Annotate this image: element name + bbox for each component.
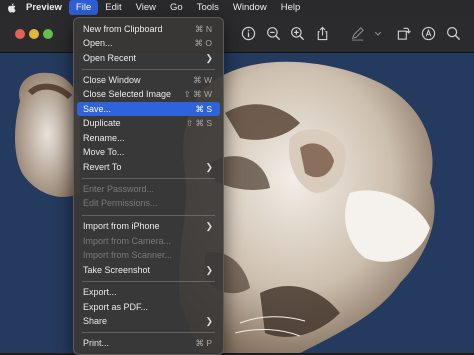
menu-item-revert-to[interactable]: Revert To ❯ bbox=[77, 160, 220, 174]
menu-item-label: Export... bbox=[83, 287, 117, 297]
menu-item-label: Take Screenshot bbox=[83, 265, 151, 275]
menu-item-label: Close Window bbox=[83, 75, 141, 85]
menubar-view[interactable]: View bbox=[129, 0, 163, 15]
menu-item-label: New from Clipboard bbox=[83, 24, 163, 34]
menu-item-open[interactable]: Open... ⌘ O bbox=[77, 36, 220, 50]
menubar-file[interactable]: File bbox=[68, 0, 99, 15]
menu-item-label: Import from iPhone bbox=[83, 221, 160, 231]
menu-item-label: Rename... bbox=[83, 133, 125, 143]
menu-separator bbox=[82, 215, 215, 216]
menu-item-duplicate[interactable]: Duplicate ⇧ ⌘ S bbox=[77, 116, 220, 130]
document-canvas[interactable] bbox=[0, 53, 474, 353]
menu-item-label: Enter Password... bbox=[83, 184, 155, 194]
menu-item-share[interactable]: Share ❯ bbox=[77, 314, 220, 328]
menu-item-label: Print... bbox=[83, 338, 110, 348]
menu-item-print[interactable]: Print... ⌘ P bbox=[77, 336, 220, 350]
menu-item-open-recent[interactable]: Open Recent ❯ bbox=[77, 51, 220, 65]
menu-item-rename[interactable]: Rename... bbox=[77, 131, 220, 145]
chevron-down-icon[interactable] bbox=[373, 26, 383, 41]
menu-item-new-from-clipboard[interactable]: New from Clipboard ⌘ N bbox=[77, 22, 220, 36]
window-toolbar bbox=[0, 15, 474, 53]
minimize-window-button[interactable] bbox=[29, 29, 39, 39]
menubar-window[interactable]: Window bbox=[226, 0, 274, 15]
chevron-right-icon: ❯ bbox=[205, 162, 213, 172]
zoom-out-icon[interactable] bbox=[266, 26, 281, 41]
menu-bar: Preview File Edit View Go Tools Window H… bbox=[0, 0, 474, 15]
menu-item-label: Close Selected Image bbox=[83, 89, 172, 99]
menu-item-edit-permissions: Edit Permissions... bbox=[77, 196, 220, 210]
menu-item-move-to[interactable]: Move To... bbox=[77, 145, 220, 159]
menu-item-label: Share bbox=[83, 316, 108, 326]
menu-item-label: Open Recent bbox=[83, 53, 137, 63]
kitten-image bbox=[15, 61, 435, 353]
menubar-help[interactable]: Help bbox=[274, 0, 308, 15]
share-icon[interactable] bbox=[315, 26, 330, 41]
markup-toolbar-icon[interactable] bbox=[421, 26, 436, 41]
zoom-in-icon[interactable] bbox=[290, 26, 305, 41]
chevron-right-icon: ❯ bbox=[205, 265, 213, 275]
menu-item-enter-password: Enter Password... bbox=[77, 182, 220, 196]
chevron-right-icon: ❯ bbox=[205, 316, 213, 326]
menu-item-label: Duplicate bbox=[83, 118, 121, 128]
menu-item-import-from-camera: Import from Camera... bbox=[77, 234, 220, 248]
close-window-button[interactable] bbox=[15, 29, 25, 39]
menubar-go[interactable]: Go bbox=[163, 0, 190, 15]
rotate-icon[interactable] bbox=[396, 26, 411, 41]
menu-item-close-window[interactable]: Close Window ⌘ W bbox=[77, 73, 220, 87]
menu-item-label: Open... bbox=[83, 38, 113, 48]
menu-separator bbox=[82, 178, 215, 179]
menu-item-label: Move To... bbox=[83, 147, 125, 157]
menu-item-import-from-iphone[interactable]: Import from iPhone ❯ bbox=[77, 219, 220, 233]
file-menu: New from Clipboard ⌘ N Open... ⌘ O Open … bbox=[73, 17, 224, 355]
menu-item-shortcut: ⌘ W bbox=[193, 75, 212, 85]
apple-icon[interactable] bbox=[0, 2, 22, 13]
menu-item-label: Import from Camera... bbox=[83, 236, 172, 246]
chevron-right-icon: ❯ bbox=[205, 53, 213, 63]
markup-pen-icon[interactable] bbox=[350, 26, 365, 41]
menu-item-shortcut: ⌘ O bbox=[194, 38, 212, 48]
menu-item-shortcut: ⌘ N bbox=[195, 24, 212, 34]
menu-item-shortcut: ⌘ P bbox=[195, 338, 212, 348]
chevron-right-icon: ❯ bbox=[205, 221, 213, 231]
menu-item-close-selected-image[interactable]: Close Selected Image ⇧ ⌘ W bbox=[77, 87, 220, 101]
menu-item-shortcut: ⇧ ⌘ S bbox=[185, 118, 212, 128]
menu-item-label: Edit Permissions... bbox=[83, 198, 158, 208]
info-icon[interactable] bbox=[241, 26, 256, 41]
zoom-window-button[interactable] bbox=[43, 29, 53, 39]
menubar-tools[interactable]: Tools bbox=[190, 0, 226, 15]
menu-item-shortcut: ⌘ S bbox=[195, 104, 212, 114]
menu-item-take-screenshot[interactable]: Take Screenshot ❯ bbox=[77, 263, 220, 277]
menu-item-label: Export as PDF... bbox=[83, 302, 149, 312]
menu-separator bbox=[82, 69, 215, 70]
menubar-app-preview[interactable]: Preview bbox=[22, 0, 69, 15]
menu-item-export-as-pdf[interactable]: Export as PDF... bbox=[77, 300, 220, 314]
menu-item-label: Revert To bbox=[83, 162, 122, 172]
menu-item-shortcut: ⇧ ⌘ W bbox=[183, 89, 212, 99]
menubar-edit[interactable]: Edit bbox=[98, 0, 128, 15]
menu-item-export[interactable]: Export... bbox=[77, 285, 220, 299]
search-icon[interactable] bbox=[446, 26, 461, 41]
menu-separator bbox=[82, 332, 215, 333]
menu-item-label: Save... bbox=[83, 104, 112, 114]
menu-item-import-from-scanner: Import from Scanner... bbox=[77, 248, 220, 262]
menu-item-save[interactable]: Save... ⌘ S bbox=[77, 102, 220, 116]
menu-item-label: Import from Scanner... bbox=[83, 250, 173, 260]
menu-separator bbox=[82, 281, 215, 282]
